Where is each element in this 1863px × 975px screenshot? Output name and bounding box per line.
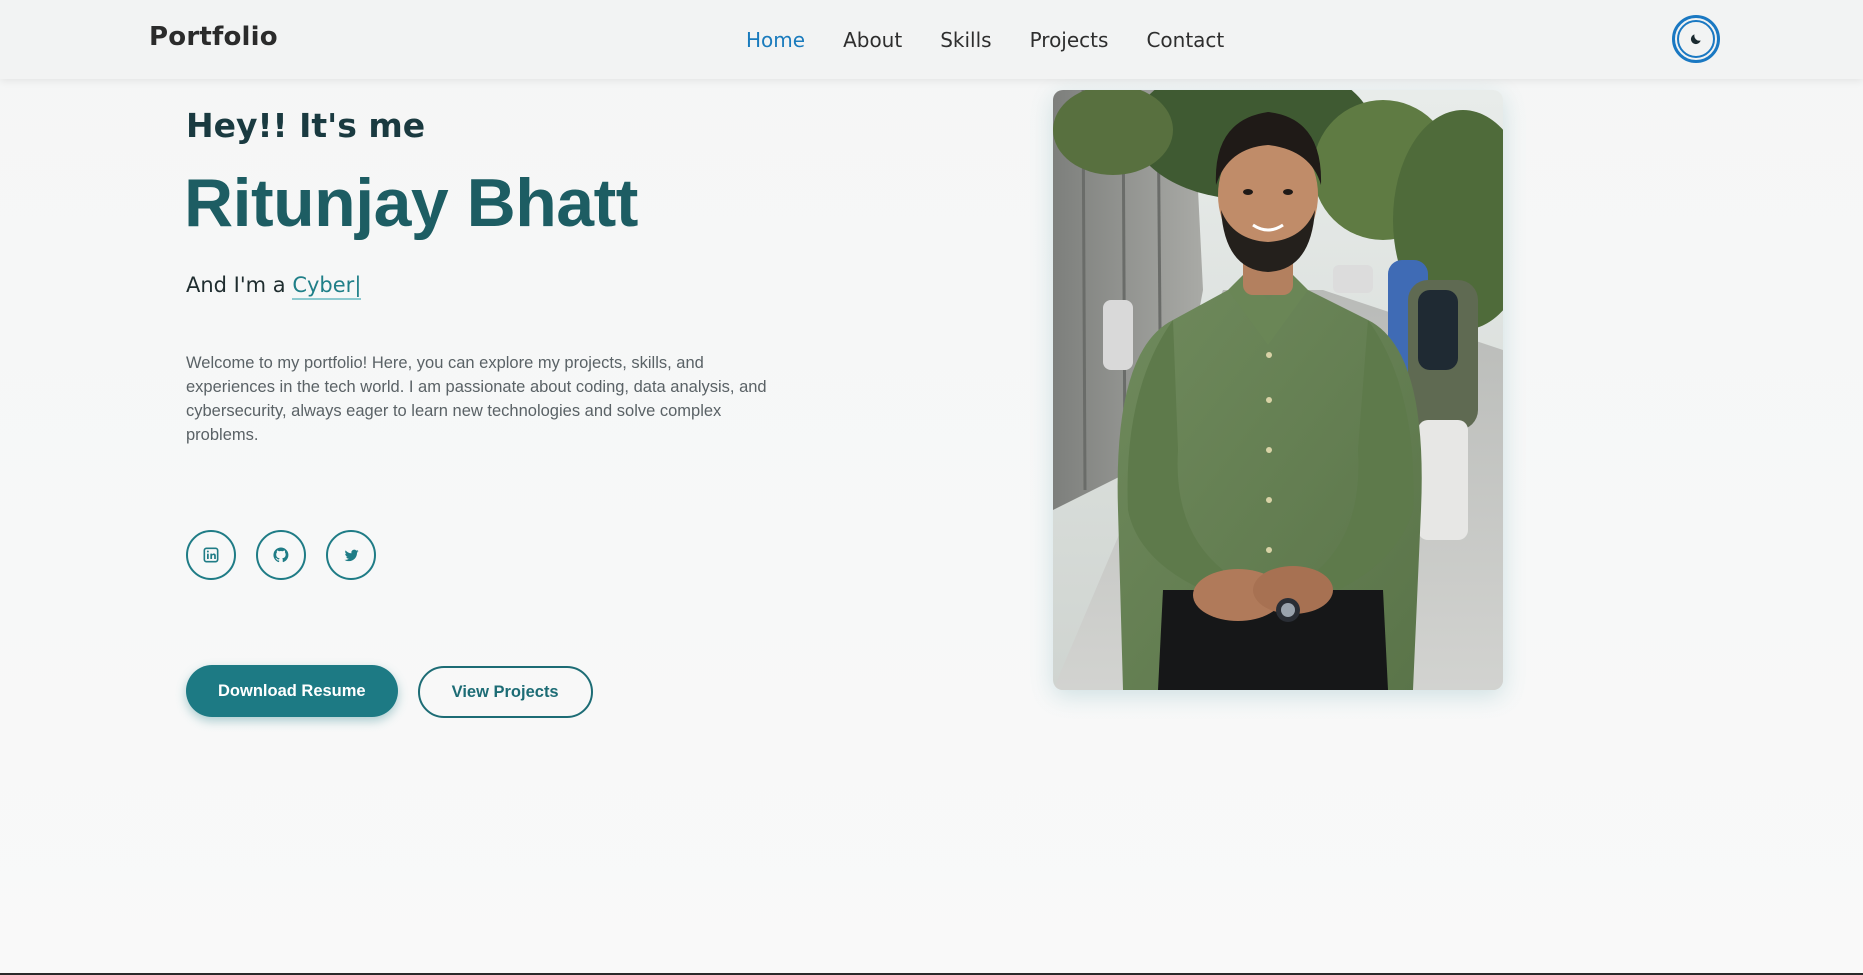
role-line: And I'm a Cyber| (186, 273, 362, 300)
brand-logo[interactable]: Portfolio (149, 22, 278, 52)
profile-photo-illustration (1053, 90, 1503, 690)
view-projects-button[interactable]: View Projects (417, 666, 593, 718)
greeting-heading: Hey!! It's me (186, 106, 426, 145)
nav-projects[interactable]: Projects (1030, 28, 1109, 52)
nav-contact[interactable]: Contact (1146, 28, 1224, 52)
twitter-link[interactable] (326, 530, 376, 580)
github-link[interactable] (256, 530, 306, 580)
main-nav: Home About Skills Projects Contact (746, 28, 1262, 52)
twitter-icon (343, 549, 359, 561)
github-icon (273, 547, 289, 563)
role-prefix: And I'm a (186, 273, 293, 297)
profile-photo (1053, 90, 1503, 690)
typing-cursor: | (354, 273, 362, 297)
hero-name: Ritunjay Bhatt (184, 165, 638, 241)
download-resume-button[interactable]: Download Resume (186, 665, 398, 717)
linkedin-link[interactable] (186, 530, 236, 580)
nav-about[interactable]: About (843, 28, 902, 52)
nav-skills[interactable]: Skills (940, 28, 991, 52)
page: Portfolio Home About Skills Projects Con… (0, 0, 1863, 975)
nav-home[interactable]: Home (746, 28, 805, 52)
hero-actions: Download Resume View Projects (186, 665, 593, 718)
social-links (186, 530, 376, 580)
moon-icon (1690, 34, 1701, 45)
intro-paragraph: Welcome to my portfolio! Here, you can e… (186, 354, 767, 444)
linkedin-icon (203, 547, 219, 563)
theme-toggle-button[interactable] (1672, 15, 1720, 63)
role-typed-text: Cyber| (292, 273, 362, 300)
navbar: Portfolio Home About Skills Projects Con… (0, 0, 1863, 79)
